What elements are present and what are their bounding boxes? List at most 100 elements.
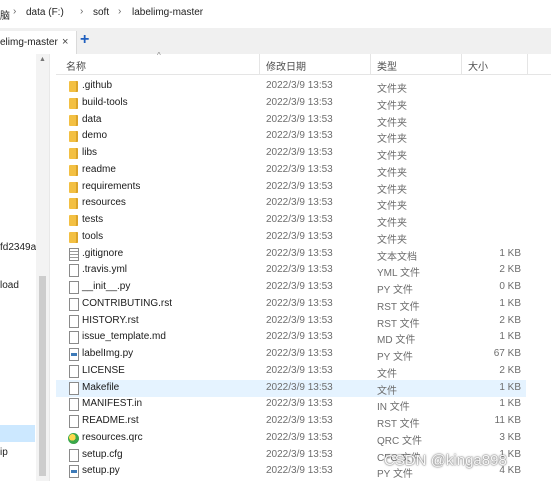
file-date: 2022/3/9 13:53 [266, 147, 333, 158]
file-row[interactable]: resources 2022/3/9 13:53 文件夹 [56, 195, 526, 212]
file-row[interactable]: MANIFEST.in 2022/3/9 13:53 IN 文件 1 KB [56, 396, 526, 413]
text-file-icon [69, 248, 79, 261]
file-row[interactable]: Makefile 2022/3/9 13:53 文件 1 KB [56, 380, 526, 397]
file-type: IN 文件 [377, 402, 410, 413]
file-date: 2022/3/9 13:53 [266, 281, 333, 292]
file-size: 2 KB [499, 315, 521, 326]
file-date: 2022/3/9 13:53 [266, 348, 333, 359]
file-type: 文件夹 [377, 168, 407, 179]
file-name: MANIFEST.in [82, 398, 143, 409]
column-divider[interactable] [461, 54, 462, 74]
file-row[interactable]: readme 2022/3/9 13:53 文件夹 [56, 162, 526, 179]
file-name: libs [82, 147, 98, 158]
file-row[interactable]: tests 2022/3/9 13:53 文件夹 [56, 212, 526, 229]
scroll-up-icon[interactable]: ▲ [39, 56, 46, 63]
file-type: 文件夹 [377, 151, 407, 162]
close-icon[interactable]: × [62, 36, 68, 48]
file-row[interactable]: tools 2022/3/9 13:53 文件夹 [56, 229, 526, 246]
file-date: 2022/3/9 13:53 [266, 114, 333, 125]
tab-labelimg-master[interactable]: elimg-master × [0, 31, 77, 54]
file-row[interactable]: labelImg.py 2022/3/9 13:53 PY 文件 67 KB [56, 346, 526, 363]
file-row[interactable]: .gitignore 2022/3/9 13:53 文本文档 1 KB [56, 246, 526, 263]
new-tab-button[interactable]: + [80, 31, 89, 49]
file-size: 1 KB [499, 398, 521, 409]
file-row[interactable]: README.rst 2022/3/9 13:53 RST 文件 11 KB [56, 413, 526, 430]
file-name: setup.py [82, 465, 120, 476]
file-type: PY 文件 [377, 285, 413, 296]
file-date: 2022/3/9 13:53 [266, 298, 333, 309]
file-row[interactable]: __init__.py 2022/3/9 13:53 PY 文件 0 KB [56, 279, 526, 296]
file-size: 67 KB [493, 348, 521, 359]
file-type: 文件夹 [377, 185, 407, 196]
file-row[interactable]: data 2022/3/9 13:53 文件夹 [56, 112, 526, 129]
breadcrumb-soft[interactable]: soft [93, 7, 109, 18]
folder-icon [69, 81, 78, 92]
nav-selected-item[interactable] [0, 425, 35, 442]
file-icon [69, 315, 79, 328]
breadcrumb-separator[interactable]: › [13, 6, 16, 17]
file-row[interactable]: resources.qrc 2022/3/9 13:53 QRC 文件 3 KB [56, 430, 526, 447]
nav-scrollbar[interactable]: ▲ [36, 54, 49, 481]
breadcrumb-separator[interactable]: › [80, 6, 83, 17]
breadcrumb-computer[interactable]: 脑 [0, 7, 10, 22]
file-name: Makefile [82, 382, 120, 393]
file-row[interactable]: LICENSE 2022/3/9 13:53 文件 2 KB [56, 363, 526, 380]
column-size[interactable]: 大小 [468, 58, 488, 73]
watermark: CSDN @kinga898 [384, 452, 507, 469]
file-icon [69, 398, 79, 411]
address-bar[interactable]: 脑 › data (F:) › soft › labelimg-master [0, 0, 551, 29]
file-name: demo [82, 130, 108, 141]
nav-item[interactable]: fd2349a [0, 242, 36, 253]
file-date: 2022/3/9 13:53 [266, 130, 333, 141]
folder-icon [69, 215, 78, 226]
file-row[interactable]: libs 2022/3/9 13:53 文件夹 [56, 145, 526, 162]
file-row[interactable]: .github 2022/3/9 13:53 文件夹 [56, 78, 526, 95]
breadcrumb-drive[interactable]: data (F:) [26, 7, 64, 18]
file-name: labelImg.py [82, 348, 134, 359]
file-row[interactable]: HISTORY.rst 2022/3/9 13:53 RST 文件 2 KB [56, 313, 526, 330]
file-icon [69, 382, 79, 395]
column-date[interactable]: 修改日期 [266, 58, 306, 73]
file-list: .github 2022/3/9 13:53 文件夹 build-tools 2022/… [56, 78, 551, 481]
nav-item[interactable]: load [0, 280, 19, 291]
file-date: 2022/3/9 13:53 [266, 80, 333, 91]
file-row[interactable]: issue_template.md 2022/3/9 13:53 MD 文件 1 KB [56, 329, 526, 346]
column-type[interactable]: 类型 [377, 58, 397, 73]
qrc-file-icon [68, 433, 79, 444]
file-row[interactable]: demo 2022/3/9 13:53 文件夹 [56, 128, 526, 145]
file-type: QRC 文件 [377, 436, 422, 447]
folder-icon [69, 131, 78, 142]
column-divider[interactable] [259, 54, 260, 74]
file-date: 2022/3/9 13:53 [266, 398, 333, 409]
file-size: 1 KB [499, 248, 521, 259]
folder-icon [69, 98, 78, 109]
file-type: 文件 [377, 386, 397, 397]
file-name: tools [82, 231, 104, 242]
file-icon [69, 264, 79, 277]
file-icon [69, 449, 79, 462]
file-date: 2022/3/9 13:53 [266, 382, 333, 393]
column-divider[interactable] [527, 54, 528, 74]
file-name: CONTRIBUTING.rst [82, 298, 172, 309]
file-row[interactable]: CONTRIBUTING.rst 2022/3/9 13:53 RST 文件 1 KB [56, 296, 526, 313]
file-row[interactable]: .travis.yml 2022/3/9 13:53 YML 文件 2 KB [56, 262, 526, 279]
nav-item[interactable]: ip [0, 447, 8, 458]
breadcrumb-separator[interactable]: › [118, 6, 121, 17]
breadcrumb-current-folder[interactable]: labelimg-master [132, 7, 203, 18]
file-icon [69, 415, 79, 428]
scrollbar-thumb[interactable] [39, 276, 46, 476]
file-name: data [82, 114, 102, 125]
tab-label: elimg-master [0, 37, 58, 48]
file-row[interactable]: requirements 2022/3/9 13:53 文件夹 [56, 179, 526, 196]
file-date: 2022/3/9 13:53 [266, 465, 333, 476]
python-file-icon [69, 348, 79, 361]
file-row[interactable]: build-tools 2022/3/9 13:53 文件夹 [56, 95, 526, 112]
column-name[interactable]: 名称 [66, 58, 86, 73]
file-type: YML 文件 [377, 268, 420, 279]
column-header: ^ 名称 修改日期 类型 大小 [56, 51, 551, 75]
python-file-icon [69, 465, 79, 478]
file-name: resources [82, 197, 126, 208]
column-divider[interactable] [370, 54, 371, 74]
file-size: 11 KB [494, 415, 522, 426]
file-name: requirements [82, 181, 141, 192]
